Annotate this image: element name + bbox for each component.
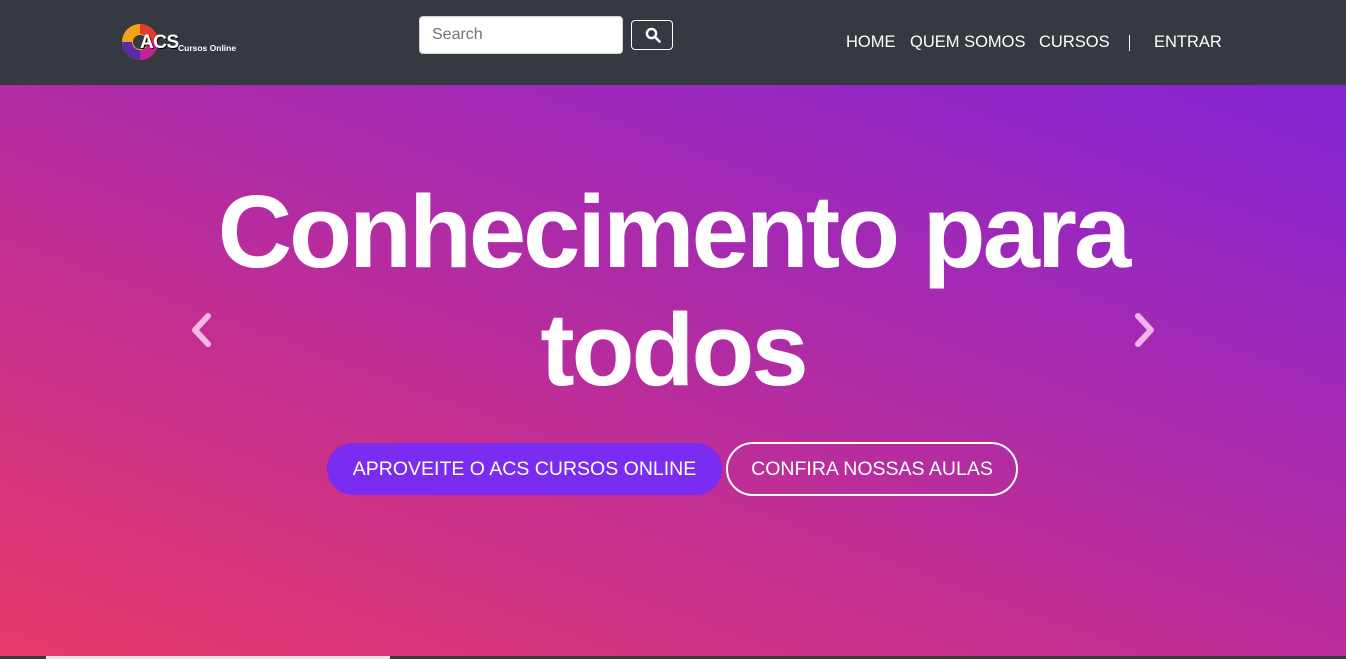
hero-title: Conhecimento para todos bbox=[217, 174, 1132, 407]
nav-divider bbox=[1129, 35, 1130, 51]
nav-links: HOME QUEM SOMOS CURSOS ENTRAR bbox=[0, 33, 1346, 53]
confira-aulas-button[interactable]: CONFIRA NOSSAS AULAS bbox=[726, 442, 1018, 496]
chevron-right-icon bbox=[1135, 313, 1154, 347]
carousel-prev-button[interactable] bbox=[186, 310, 216, 350]
nav-item-cursos[interactable]: CURSOS bbox=[1039, 33, 1110, 52]
nav-item-home[interactable]: HOME bbox=[846, 33, 896, 52]
nav-item-entrar[interactable]: ENTRAR bbox=[1154, 33, 1222, 52]
aproveite-button[interactable]: APROVEITE O ACS CURSOS ONLINE bbox=[327, 443, 722, 495]
carousel-next-button[interactable] bbox=[1130, 310, 1160, 350]
hero-carousel: Conhecimento para todos APROVEITE O ACS … bbox=[0, 85, 1346, 659]
nav-item-quem-somos[interactable]: QUEM SOMOS bbox=[910, 33, 1026, 52]
chevron-left-icon bbox=[192, 313, 211, 347]
navbar: ACS Cursos Online HOME QUEM SOMOS CURSOS… bbox=[0, 0, 1346, 85]
